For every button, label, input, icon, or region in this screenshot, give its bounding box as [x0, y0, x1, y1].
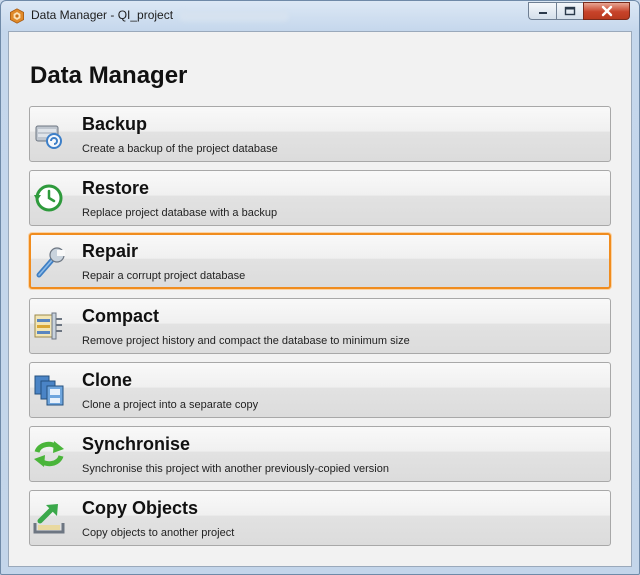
- clone-icon: [34, 375, 64, 406]
- synchronise-description: Synchronise this project with another pr…: [82, 463, 389, 475]
- client-area: Data Manager Backup Create a backup of t…: [8, 31, 632, 567]
- app-logo-icon: [9, 8, 25, 24]
- backup-label: Backup: [82, 114, 148, 134]
- minimize-icon: [538, 12, 547, 14]
- copy-objects-button[interactable]: Copy Objects Copy objects to another pro…: [29, 490, 611, 546]
- restore-label: Restore: [82, 178, 150, 198]
- title-blur: [179, 11, 289, 21]
- repair-description: Repair a corrupt project database: [82, 270, 246, 282]
- restore-button[interactable]: Restore Replace project database with a …: [29, 170, 611, 226]
- compact-icon: [34, 312, 62, 340]
- backup-button[interactable]: Backup Create a backup of the project da…: [29, 106, 611, 162]
- maximize-button[interactable]: [556, 2, 583, 20]
- backup-icon: [35, 125, 62, 149]
- synchronise-button[interactable]: Synchronise Synchronise this project wit…: [29, 426, 611, 482]
- compact-label: Compact: [82, 306, 160, 326]
- repair-label: Repair: [82, 241, 139, 261]
- repair-icon: [36, 247, 65, 278]
- close-icon: [601, 5, 612, 17]
- title-bar[interactable]: Data Manager - QI_project: [1, 1, 639, 31]
- copy-objects-description: Copy objects to another project: [82, 527, 235, 539]
- copy-objects-label: Copy Objects: [82, 498, 199, 518]
- page-title: Data Manager: [30, 62, 188, 89]
- synchronise-label: Synchronise: [82, 434, 191, 454]
- clone-description: Clone a project into a separate copy: [82, 399, 259, 411]
- window-title: Data Manager - QI_project: [31, 8, 174, 22]
- compact-description: Remove project history and compact the d…: [82, 335, 410, 347]
- repair-button[interactable]: Repair Repair a corrupt project database: [29, 233, 611, 289]
- clone-button[interactable]: Clone Clone a project into a separate co…: [29, 362, 611, 418]
- copy-objects-icon: [33, 504, 65, 534]
- maximize-icon: [564, 6, 576, 16]
- restore-description: Replace project database with a backup: [82, 207, 278, 219]
- close-button[interactable]: [583, 2, 630, 20]
- compact-button[interactable]: Compact Remove project history and compa…: [29, 298, 611, 354]
- minimize-button[interactable]: [528, 2, 556, 20]
- clone-label: Clone: [82, 370, 133, 390]
- synchronise-icon: [34, 441, 64, 467]
- restore-icon: [34, 184, 63, 212]
- backup-description: Create a backup of the project database: [82, 143, 278, 155]
- data-manager-window: Data Manager - QI_project Data Manager B…: [0, 0, 640, 575]
